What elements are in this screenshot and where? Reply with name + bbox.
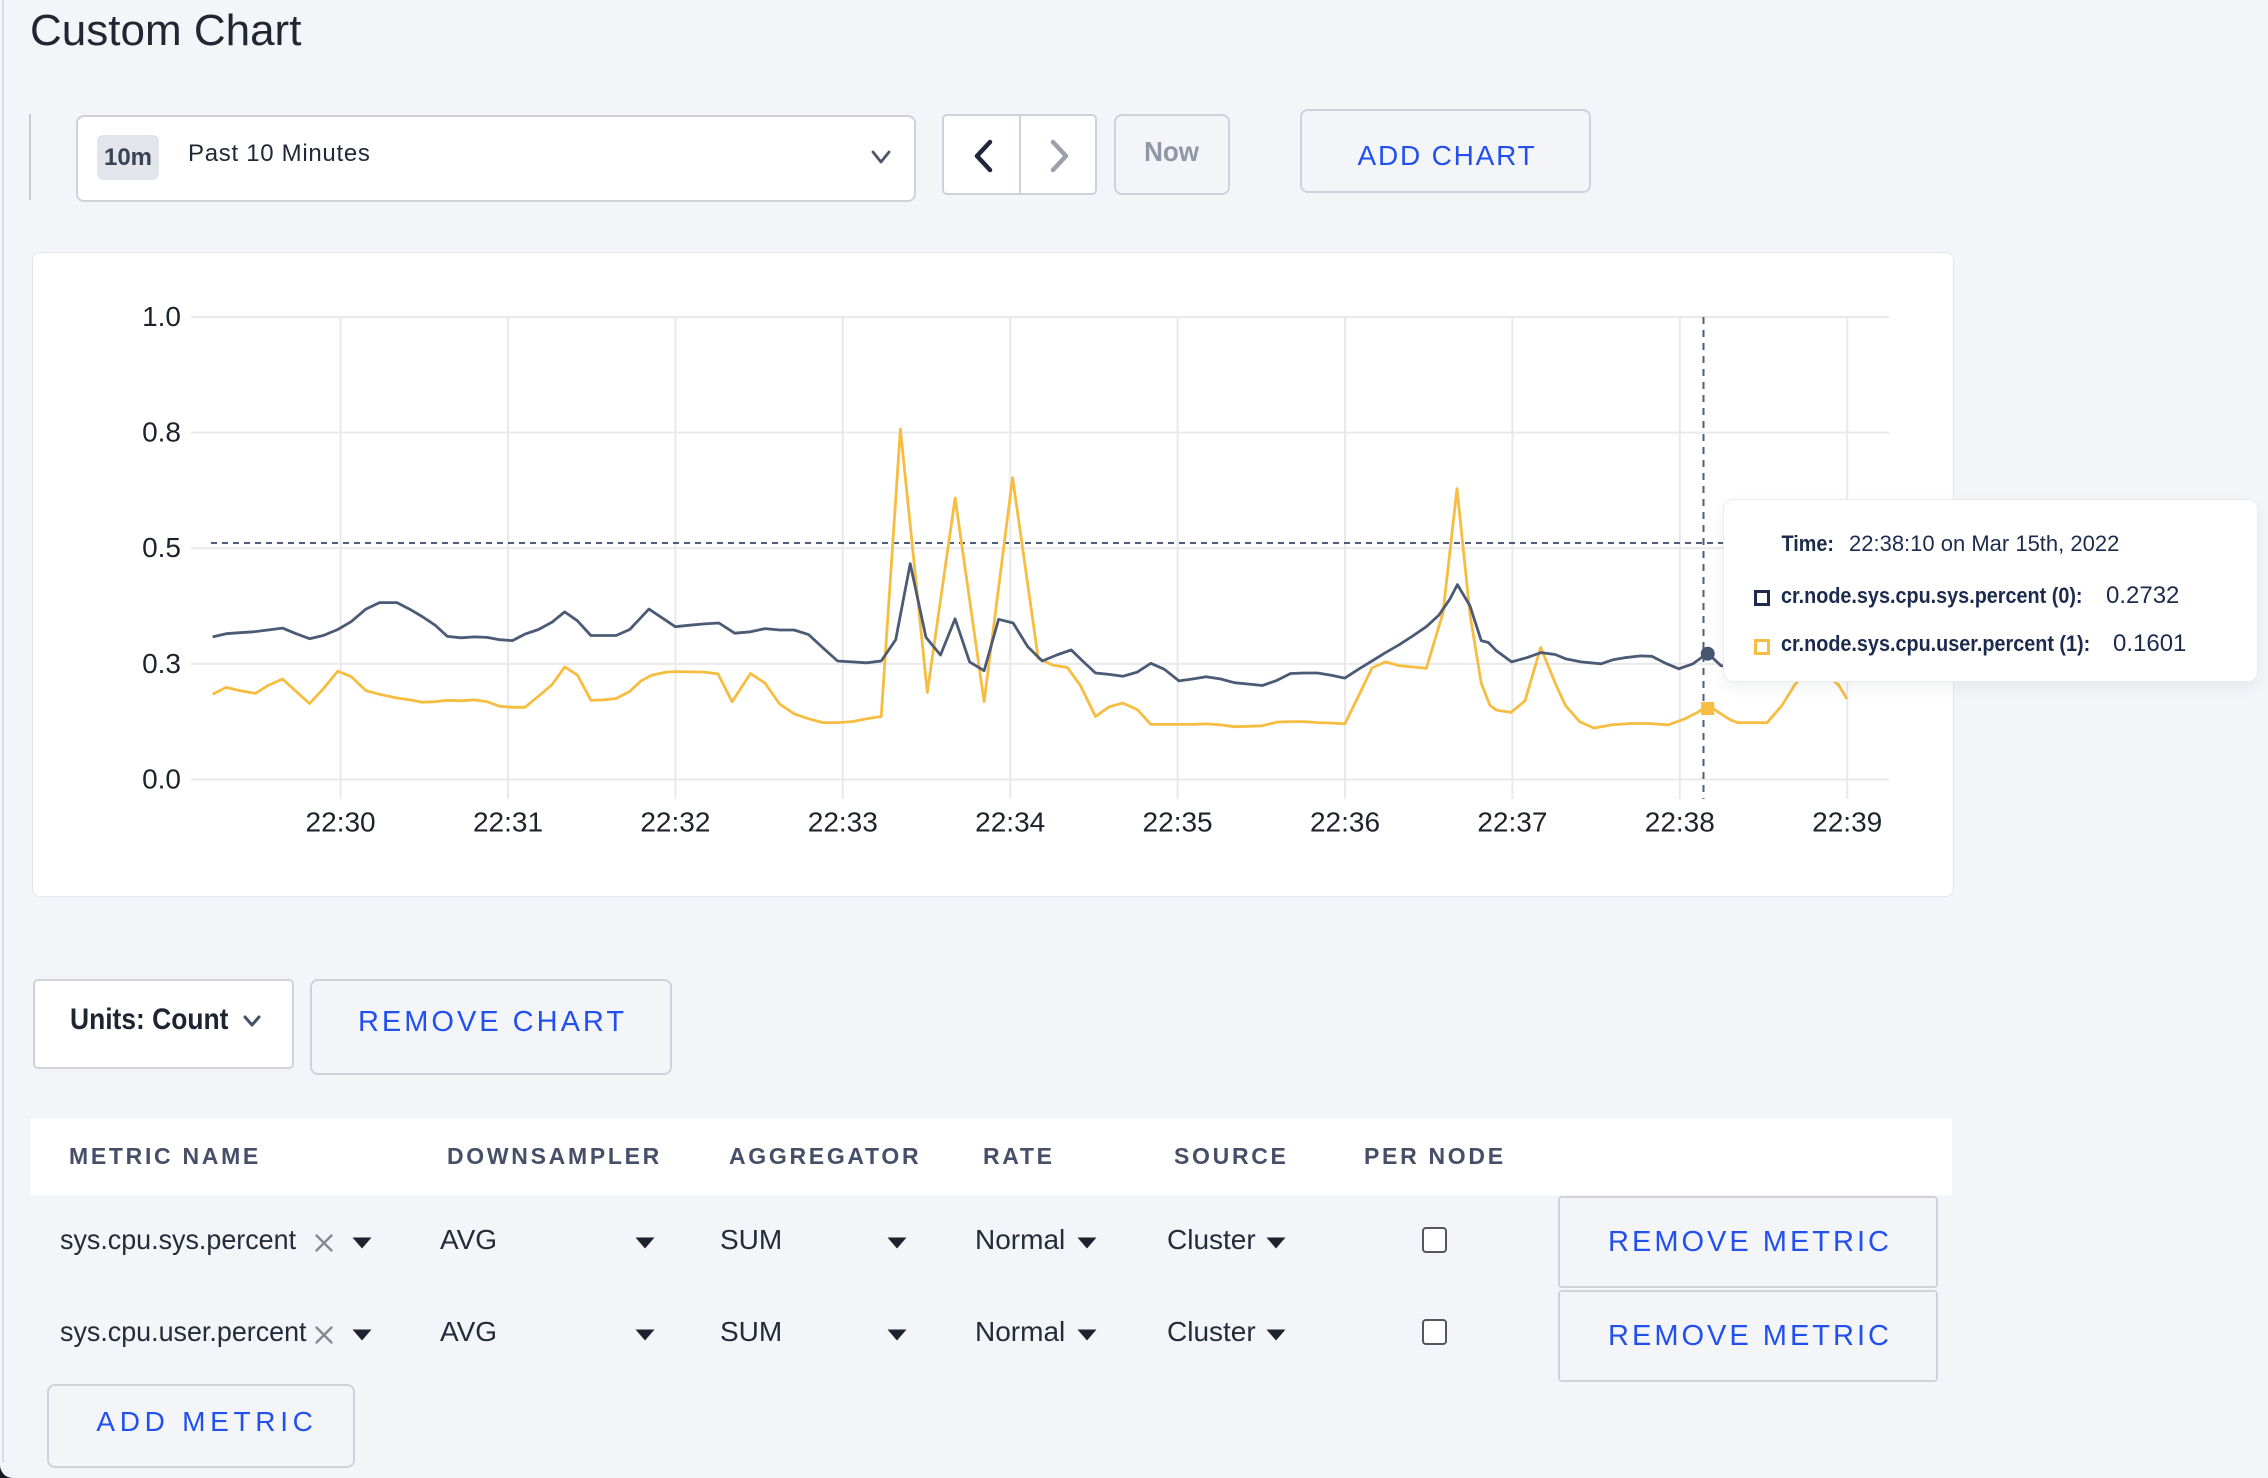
svg-text:22:32: 22:32 [640, 807, 710, 838]
svg-text:0.0: 0.0 [142, 764, 181, 795]
svg-text:22:36: 22:36 [1310, 807, 1380, 838]
svg-text:0.5: 0.5 [142, 532, 181, 563]
svg-text:1.0: 1.0 [142, 301, 181, 332]
svg-text:22:38: 22:38 [1645, 807, 1715, 838]
svg-text:22:39: 22:39 [1812, 807, 1882, 838]
svg-text:22:30: 22:30 [306, 807, 376, 838]
svg-text:22:37: 22:37 [1477, 807, 1547, 838]
svg-text:22:31: 22:31 [473, 807, 543, 838]
svg-text:0.3: 0.3 [142, 648, 181, 679]
svg-text:22:33: 22:33 [808, 807, 878, 838]
svg-text:22:34: 22:34 [975, 807, 1045, 838]
svg-text:0.8: 0.8 [142, 417, 181, 448]
svg-text:22:35: 22:35 [1143, 807, 1213, 838]
